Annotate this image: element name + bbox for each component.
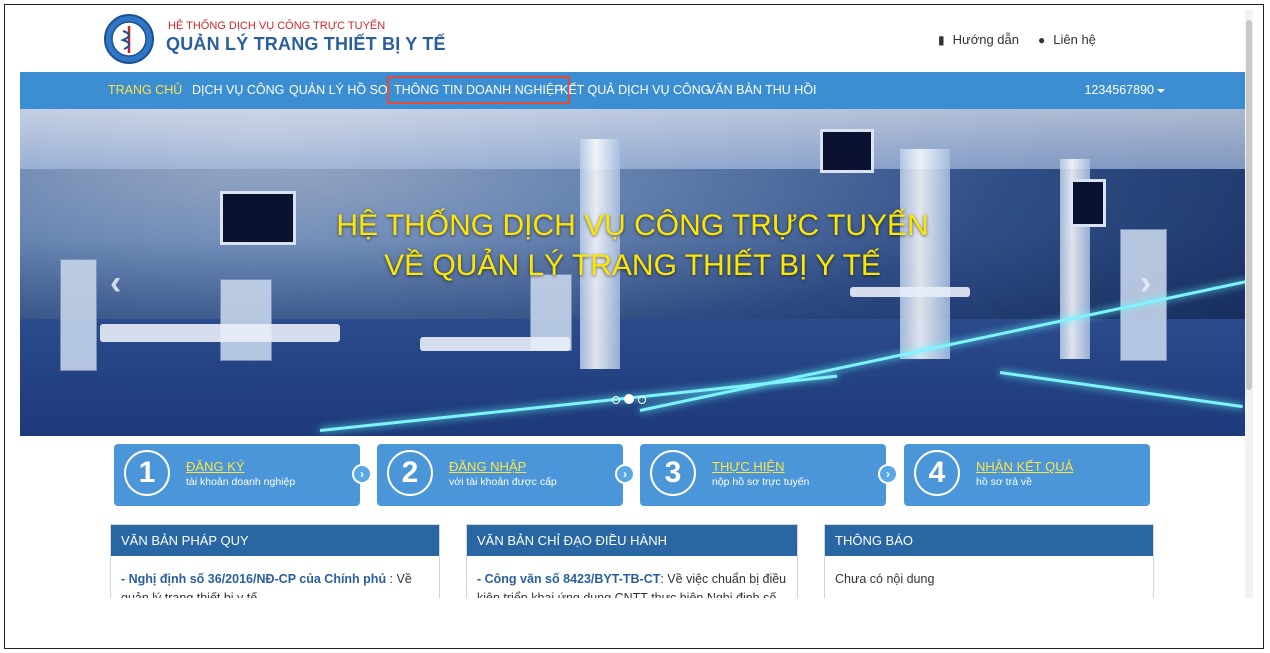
notice-panel: THÔNG BÁO Chưa có nội dung bbox=[824, 524, 1154, 598]
scrollbar-thumb[interactable] bbox=[1246, 20, 1252, 390]
step-receive-results[interactable]: 4 NHẬN KẾT QUẢ hồ sơ trả về bbox=[904, 444, 1150, 506]
user-id: 1234567890 bbox=[1084, 83, 1154, 97]
document-link[interactable]: - Nghị định số 36/2016/NĐ-CP của Chính p… bbox=[121, 572, 386, 586]
step-number: 3 bbox=[650, 450, 696, 496]
caret-down-icon bbox=[1157, 88, 1165, 93]
bed-decoration bbox=[850, 287, 970, 297]
banner-title-line-2: VỀ QUẢN LÝ TRANG THIẾT BỊ Y TẾ bbox=[384, 249, 881, 282]
hero-carousel: HỆ THỐNG DỊCH VỤ CÔNG TRỰC TUYẾN VỀ QUẢN… bbox=[20, 109, 1245, 436]
site-header: HỆ THỐNG DỊCH VỤ CÔNG TRỰC TUYẾN QUẢN LÝ… bbox=[20, 10, 1245, 72]
contact-link[interactable]: ● Liên hệ bbox=[1038, 32, 1096, 47]
process-steps: 1 ĐĂNG KÝ tài khoản doanh nghiệp › 2 ĐĂN… bbox=[20, 436, 1245, 524]
step-title[interactable]: ĐĂNG NHẬP bbox=[449, 459, 526, 474]
carousel-dot[interactable] bbox=[612, 396, 620, 404]
chevron-right-icon[interactable]: › bbox=[352, 464, 372, 484]
step-title[interactable]: NHẬN KẾT QUẢ bbox=[976, 459, 1073, 474]
step-subtitle: tài khoản doanh nghiệp bbox=[186, 476, 296, 488]
carousel-dot[interactable] bbox=[638, 396, 646, 404]
empty-notice-text: Chưa có nội dung bbox=[835, 572, 935, 586]
nav-item-business-info[interactable]: THÔNG TIN DOANH NGHIỆP bbox=[387, 76, 570, 104]
nav-item-recalled-documents[interactable]: VĂN BẢN THU HỒI bbox=[707, 83, 817, 97]
help-label: Hướng dẫn bbox=[952, 32, 1019, 47]
step-number: 2 bbox=[387, 450, 433, 496]
contact-label: Liên hệ bbox=[1053, 32, 1096, 47]
ministry-of-health-logo[interactable] bbox=[104, 14, 154, 64]
legal-documents-panel: VĂN BẢN PHÁP QUY - Nghị định số 36/2016/… bbox=[110, 524, 440, 598]
user-account-menu[interactable]: 1234567890 bbox=[1084, 83, 1165, 97]
nav-item-home[interactable]: TRANG CHỦ bbox=[108, 83, 182, 97]
nav-item-dossier-management[interactable]: QUẢN LÝ HỒ SƠ bbox=[289, 83, 389, 97]
main-nav: TRANG CHỦ DỊCH VỤ CÔNG QUẢN LÝ HỒ SƠ THÔ… bbox=[20, 72, 1245, 109]
banner-title-line-1: HỆ THỐNG DỊCH VỤ CÔNG TRỰC TUYẾN bbox=[336, 209, 929, 242]
carousel-prev-button[interactable]: ‹ bbox=[110, 264, 121, 303]
monitor-decoration bbox=[820, 129, 874, 173]
chevron-right-icon[interactable]: › bbox=[878, 464, 898, 484]
equipment-decoration bbox=[220, 279, 272, 361]
step-subtitle: với tài khoản được cấp bbox=[449, 476, 557, 488]
step-title[interactable]: THỰC HIỆN bbox=[712, 459, 785, 474]
carousel-dot-active[interactable] bbox=[624, 394, 634, 404]
step-title[interactable]: ĐĂNG KÝ bbox=[186, 459, 245, 474]
document-link[interactable]: - Công văn số 8423/BYT-TB-CT bbox=[477, 572, 660, 586]
carousel-next-button[interactable]: › bbox=[1140, 264, 1151, 303]
step-execute[interactable]: 3 THỰC HIỆN nộp hồ sơ trực tuyến › bbox=[640, 444, 898, 506]
brand-title[interactable]: QUẢN LÝ TRANG THIẾT BỊ Y TẾ bbox=[166, 34, 446, 55]
vertical-scrollbar[interactable] bbox=[1245, 10, 1253, 598]
browser-viewport: HỆ THỐNG DỊCH VỤ CÔNG TRỰC TUYẾN QUẢN LÝ… bbox=[20, 10, 1245, 598]
panel-body: - Nghị định số 36/2016/NĐ-CP của Chính p… bbox=[111, 556, 439, 598]
carousel-indicators bbox=[612, 391, 650, 409]
step-login[interactable]: 2 ĐĂNG NHẬP với tài khoản được cấp › bbox=[377, 444, 635, 506]
bed-decoration bbox=[100, 324, 340, 342]
step-number: 1 bbox=[124, 450, 170, 496]
panel-title: VĂN BẢN CHỈ ĐẠO ĐIỀU HÀNH bbox=[467, 525, 797, 556]
nav-item-public-services[interactable]: DỊCH VỤ CÔNG bbox=[192, 83, 284, 97]
panel-body: - Công văn số 8423/BYT-TB-CT: Về việc ch… bbox=[467, 556, 797, 598]
step-register[interactable]: 1 ĐĂNG KÝ tài khoản doanh nghiệp › bbox=[114, 444, 372, 506]
step-subtitle: nộp hồ sơ trực tuyến bbox=[712, 476, 810, 488]
map-marker-icon: ● bbox=[1038, 33, 1046, 47]
step-subtitle: hồ sơ trả về bbox=[976, 476, 1032, 488]
step-number: 4 bbox=[914, 450, 960, 496]
directive-documents-panel: VĂN BẢN CHỈ ĐẠO ĐIỀU HÀNH - Công văn số … bbox=[466, 524, 798, 598]
panel-title: VĂN BẢN PHÁP QUY bbox=[111, 525, 439, 556]
panel-body: Chưa có nội dung bbox=[825, 556, 1153, 589]
bed-decoration bbox=[420, 337, 570, 351]
book-icon: ▮ bbox=[938, 33, 945, 47]
help-link[interactable]: ▮ Hướng dẫn bbox=[938, 32, 1019, 47]
chevron-right-icon[interactable]: › bbox=[615, 464, 635, 484]
nav-item-service-results[interactable]: KẾT QUẢ DỊCH VỤ CÔNG bbox=[560, 83, 710, 97]
panel-title: THÔNG BÁO bbox=[825, 525, 1153, 556]
brand-subtitle: HỆ THỐNG DỊCH VỤ CÔNG TRỰC TUYẾN bbox=[168, 20, 386, 32]
